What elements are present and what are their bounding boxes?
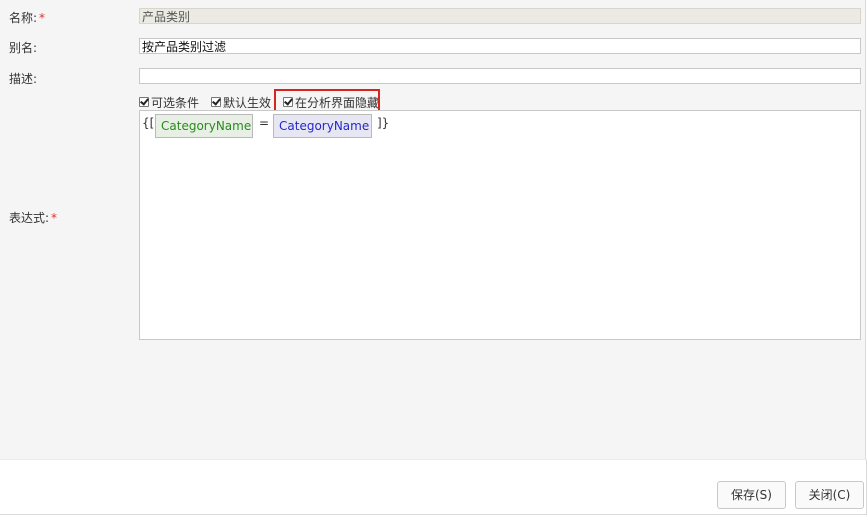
optional-condition-label: 可选条件 xyxy=(151,95,200,110)
expression-label: 表达式: * xyxy=(9,209,57,226)
name-required-mark: * xyxy=(39,11,46,25)
hide-in-analysis-label: 在分析界面隐藏 xyxy=(295,95,380,110)
close-button[interactable]: 关闭(C) xyxy=(795,481,864,509)
expression-label-text: 表达式: xyxy=(9,211,50,225)
description-label: 描述: xyxy=(9,72,38,86)
save-button[interactable]: 保存(S) xyxy=(717,481,786,509)
expression-close-bracket: ]} xyxy=(377,116,390,130)
expression-required-mark: * xyxy=(51,211,58,225)
checkbox-checked-icon xyxy=(211,97,222,107)
alias-label: 别名: xyxy=(9,41,38,55)
name-label-text: 名称: xyxy=(9,11,38,25)
expression-operator: = xyxy=(259,116,270,130)
default-active-checkbox[interactable]: 默认生效 xyxy=(211,94,271,111)
expression-value-token[interactable]: CategoryName xyxy=(273,114,372,138)
optional-condition-checkbox[interactable]: 可选条件 xyxy=(139,94,199,111)
description-field[interactable] xyxy=(139,68,861,84)
filter-edit-panel: 名称:* 别名: 描述: 可选条件 默认生效 在分析界面隐藏 表达式:* {[ … xyxy=(0,0,866,459)
default-active-label: 默认生效 xyxy=(223,95,272,110)
name-field[interactable] xyxy=(139,8,861,24)
hide-in-analysis-checkbox[interactable]: 在分析界面隐藏 xyxy=(283,94,379,111)
expression-field-token[interactable]: CategoryName xyxy=(155,114,253,138)
name-label: 名称: * xyxy=(9,9,45,26)
expression-open-bracket: {[ xyxy=(142,116,155,130)
checkbox-checked-icon xyxy=(139,97,149,107)
options-row: 可选条件 默认生效 在分析界面隐藏 xyxy=(139,93,391,111)
alias-field[interactable] xyxy=(139,38,861,54)
checkbox-checked-icon xyxy=(283,97,294,107)
expression-editor[interactable]: {[ CategoryName = CategoryName ]} xyxy=(139,110,861,340)
